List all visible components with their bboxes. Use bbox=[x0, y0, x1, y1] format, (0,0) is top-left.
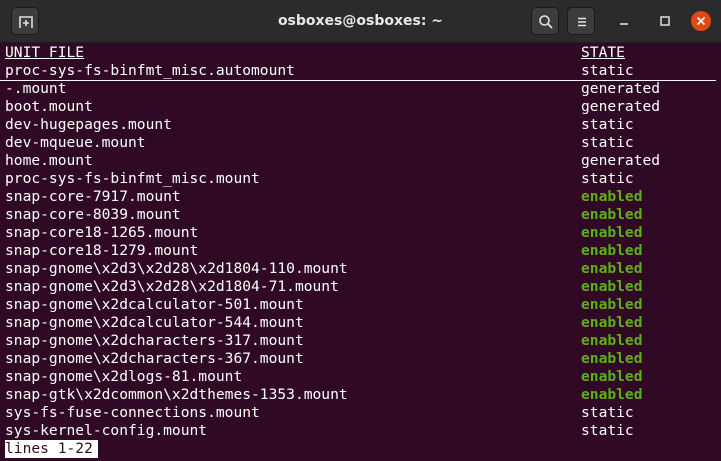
pager-status: lines 1-22 bbox=[5, 440, 98, 458]
unit-file-name: dev-mqueue.mount bbox=[5, 134, 146, 151]
unit-state: enabled bbox=[581, 188, 643, 205]
unit-state: enabled bbox=[581, 314, 643, 331]
hamburger-menu-icon bbox=[578, 17, 586, 27]
unit-file-name: -.mount bbox=[5, 80, 67, 97]
unit-state: enabled bbox=[581, 224, 643, 241]
unit-state: enabled bbox=[581, 368, 643, 385]
unit-file-name: snap-gnome\x2dcalculator-501.mount bbox=[5, 296, 304, 313]
unit-file-name: snap-core-8039.mount bbox=[5, 206, 181, 223]
unit-state: enabled bbox=[581, 206, 643, 223]
unit-state: static bbox=[581, 116, 634, 133]
unit-state: generated bbox=[581, 80, 661, 97]
unit-state: static bbox=[581, 170, 634, 187]
unit-file-name: snap-core-7917.mount bbox=[5, 188, 181, 205]
window-title: osboxes@osboxes: ~ bbox=[277, 13, 444, 29]
maximize-button[interactable] bbox=[655, 11, 675, 31]
unit-file-name: snap-gnome\x2dcharacters-367.mount bbox=[5, 350, 304, 367]
unit-file-name: snap-gnome\x2dcharacters-317.mount bbox=[5, 332, 304, 349]
unit-state: generated bbox=[581, 98, 661, 115]
unit-state: enabled bbox=[581, 350, 643, 367]
search-icon bbox=[539, 15, 553, 29]
unit-file-name: dev-hugepages.mount bbox=[5, 116, 172, 133]
minimize-button[interactable] bbox=[614, 11, 634, 31]
unit-state: static bbox=[581, 422, 634, 439]
header-state: STATE bbox=[581, 44, 625, 61]
unit-file-name: snap-gnome\x2dlogs-81.mount bbox=[5, 368, 243, 385]
terminal-output[interactable]: UNIT FILE STATE proc-sys-fs-binfmt_misc.… bbox=[0, 43, 721, 461]
unit-file-name: snap-gnome\x2d3\x2d28\x2d1804-71.mount bbox=[5, 278, 339, 295]
unit-state: enabled bbox=[581, 332, 643, 349]
unit-state: static bbox=[581, 404, 634, 421]
close-icon bbox=[696, 16, 706, 26]
unit-state: static bbox=[581, 62, 634, 79]
search-button[interactable] bbox=[531, 7, 559, 35]
unit-file-name: sys-fs-fuse-connections.mount bbox=[5, 404, 260, 421]
minimize-icon bbox=[620, 23, 628, 25]
unit-file-name: home.mount bbox=[5, 152, 93, 169]
unit-file-name: snap-core18-1279.mount bbox=[5, 242, 199, 259]
unit-file-name: snap-gtk\x2dcommon\x2dthemes-1353.mount bbox=[5, 386, 348, 403]
unit-file-name: boot.mount bbox=[5, 98, 93, 115]
maximize-icon bbox=[660, 16, 670, 26]
unit-file-name: proc-sys-fs-binfmt_misc.automount bbox=[5, 62, 295, 79]
menu-button[interactable] bbox=[567, 7, 595, 35]
terminal-window: osboxes@osboxes: ~ UNIT FILE STATE proc-… bbox=[0, 0, 721, 461]
unit-state: enabled bbox=[581, 296, 643, 313]
unit-file-name: snap-core18-1265.mount bbox=[5, 224, 199, 241]
unit-state: static bbox=[581, 134, 634, 151]
unit-state: enabled bbox=[581, 278, 643, 295]
unit-file-name: snap-gnome\x2dcalculator-544.mount bbox=[5, 314, 304, 331]
unit-state: enabled bbox=[581, 242, 643, 259]
unit-state: enabled bbox=[581, 386, 643, 403]
close-button[interactable] bbox=[691, 11, 711, 31]
unit-file-name: snap-gnome\x2d3\x2d28\x2d1804-110.mount bbox=[5, 260, 348, 277]
unit-state: enabled bbox=[581, 260, 643, 277]
unit-file-name: sys-kernel-config.mount bbox=[5, 422, 208, 439]
unit-state: generated bbox=[581, 152, 661, 169]
unit-file-name: proc-sys-fs-binfmt_misc.mount bbox=[5, 170, 260, 187]
title-bar: osboxes@osboxes: ~ bbox=[0, 0, 721, 43]
header-unit-file: UNIT FILE bbox=[5, 44, 85, 61]
